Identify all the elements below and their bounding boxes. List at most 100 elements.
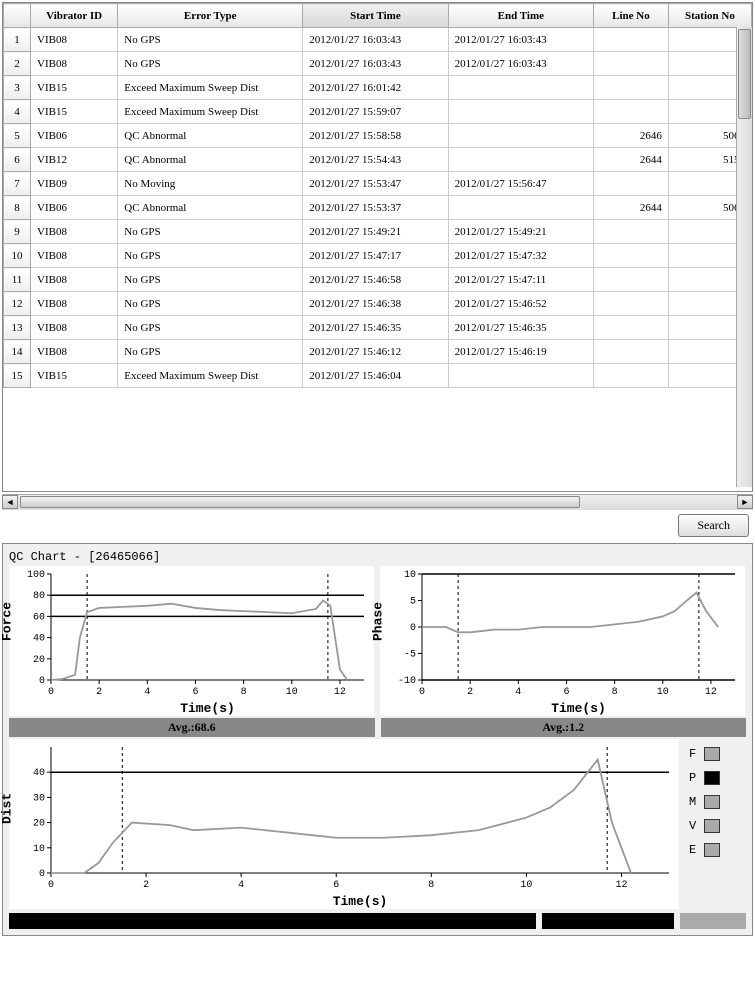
legend: FPMVE xyxy=(685,739,724,909)
table-header: Vibrator ID Error Type Start Time End Ti… xyxy=(4,4,752,28)
svg-text:40: 40 xyxy=(33,768,45,779)
cell-line-no xyxy=(594,340,669,364)
cell-end-time: 2012/01/27 15:46:35 xyxy=(448,316,593,340)
cell-line-no xyxy=(594,364,669,388)
svg-text:0: 0 xyxy=(48,880,54,891)
table-row[interactable]: 6 VIB12 QC Abnormal 2012/01/27 15:54:43 … xyxy=(4,148,752,172)
legend-item[interactable]: P xyxy=(689,771,720,785)
search-button[interactable]: Search xyxy=(678,514,749,537)
table-row[interactable]: 1 VIB08 No GPS 2012/01/27 16:03:43 2012/… xyxy=(4,28,752,52)
cell-start-time: 2012/01/27 16:03:43 xyxy=(303,28,448,52)
cell-vibrator-id: VIB15 xyxy=(31,76,118,100)
cell-line-no: 2646 xyxy=(594,124,669,148)
svg-text:10: 10 xyxy=(520,880,532,891)
col-end-time[interactable]: End Time xyxy=(448,4,593,28)
table-row[interactable]: 9 VIB08 No GPS 2012/01/27 15:49:21 2012/… xyxy=(4,220,752,244)
cell-line-no xyxy=(594,28,669,52)
cell-error-type: No Moving xyxy=(118,172,303,196)
legend-item[interactable]: M xyxy=(689,795,720,809)
cell-start-time: 2012/01/27 15:53:37 xyxy=(303,196,448,220)
svg-text:4: 4 xyxy=(144,687,150,698)
row-number: 11 xyxy=(4,268,31,292)
svg-text:Time(s): Time(s) xyxy=(551,701,606,716)
scroll-right-button[interactable]: ► xyxy=(737,495,753,509)
cell-line-no xyxy=(594,76,669,100)
table-row[interactable]: 14 VIB08 No GPS 2012/01/27 15:46:12 2012… xyxy=(4,340,752,364)
row-number: 15 xyxy=(4,364,31,388)
svg-text:6: 6 xyxy=(563,687,569,698)
cell-error-type: No GPS xyxy=(118,340,303,364)
cell-line-no xyxy=(594,268,669,292)
table-row[interactable]: 12 VIB08 No GPS 2012/01/27 15:46:38 2012… xyxy=(4,292,752,316)
cell-line-no xyxy=(594,172,669,196)
legend-swatch xyxy=(704,819,720,833)
svg-text:40: 40 xyxy=(33,634,45,645)
cell-start-time: 2012/01/27 16:03:43 xyxy=(303,52,448,76)
cell-end-time xyxy=(448,364,593,388)
table-row[interactable]: 11 VIB08 No GPS 2012/01/27 15:46:58 2012… xyxy=(4,268,752,292)
cell-end-time: 2012/01/27 15:46:19 xyxy=(448,340,593,364)
phase-chart: Phase-10-50510024681012Time(s) xyxy=(380,566,745,716)
cell-vibrator-id: VIB15 xyxy=(31,100,118,124)
dist-chart: Dist010203040024681012Time(s) xyxy=(9,739,679,909)
legend-label: E xyxy=(689,843,696,857)
cell-line-no: 2644 xyxy=(594,148,669,172)
vertical-scrollbar[interactable] xyxy=(736,27,752,487)
cell-vibrator-id: VIB08 xyxy=(31,220,118,244)
y-axis-label: Phase xyxy=(371,602,386,641)
row-number: 7 xyxy=(4,172,31,196)
col-station-no[interactable]: Station No xyxy=(668,4,751,28)
svg-text:8: 8 xyxy=(428,880,434,891)
table-row[interactable]: 8 VIB06 QC Abnormal 2012/01/27 15:53:37 … xyxy=(4,196,752,220)
row-number: 8 xyxy=(4,196,31,220)
cell-start-time: 2012/01/27 15:49:21 xyxy=(303,220,448,244)
col-vibrator-id[interactable]: Vibrator ID xyxy=(31,4,118,28)
row-number: 3 xyxy=(4,76,31,100)
table-row[interactable]: 15 VIB15 Exceed Maximum Sweep Dist 2012/… xyxy=(4,364,752,388)
cell-start-time: 2012/01/27 15:46:58 xyxy=(303,268,448,292)
col-rownum[interactable] xyxy=(4,4,31,28)
table-row[interactable]: 10 VIB08 No GPS 2012/01/27 15:47:17 2012… xyxy=(4,244,752,268)
svg-text:20: 20 xyxy=(33,819,45,830)
col-error-type[interactable]: Error Type xyxy=(118,4,303,28)
col-start-time[interactable]: Start Time xyxy=(303,4,448,28)
table-row[interactable]: 5 VIB06 QC Abnormal 2012/01/27 15:58:58 … xyxy=(4,124,752,148)
svg-text:10: 10 xyxy=(286,687,298,698)
legend-label: F xyxy=(689,747,696,761)
svg-text:2: 2 xyxy=(467,687,473,698)
svg-text:60: 60 xyxy=(33,612,45,623)
svg-text:6: 6 xyxy=(333,880,339,891)
legend-item[interactable]: V xyxy=(689,819,720,833)
table-row[interactable]: 3 VIB15 Exceed Maximum Sweep Dist 2012/0… xyxy=(4,76,752,100)
svg-text:0: 0 xyxy=(39,676,45,687)
table-row[interactable]: 2 VIB08 No GPS 2012/01/27 16:03:43 2012/… xyxy=(4,52,752,76)
legend-item[interactable]: F xyxy=(689,747,720,761)
cell-error-type: No GPS xyxy=(118,316,303,340)
horizontal-scrollbar[interactable]: ◄ ► xyxy=(2,494,753,510)
scroll-thumb[interactable] xyxy=(738,29,751,119)
cell-vibrator-id: VIB08 xyxy=(31,316,118,340)
row-number: 4 xyxy=(4,100,31,124)
scroll-left-button[interactable]: ◄ xyxy=(2,495,18,509)
legend-swatch xyxy=(704,747,720,761)
svg-text:30: 30 xyxy=(33,793,45,804)
cell-vibrator-id: VIB15 xyxy=(31,364,118,388)
cell-end-time: 2012/01/27 15:47:11 xyxy=(448,268,593,292)
svg-text:10: 10 xyxy=(657,687,669,698)
cell-error-type: QC Abnormal xyxy=(118,124,303,148)
table-row[interactable]: 13 VIB08 No GPS 2012/01/27 15:46:35 2012… xyxy=(4,316,752,340)
cell-start-time: 2012/01/27 15:59:07 xyxy=(303,100,448,124)
table-row[interactable]: 7 VIB09 No Moving 2012/01/27 15:53:47 20… xyxy=(4,172,752,196)
legend-item[interactable]: E xyxy=(689,843,720,857)
bottom-status-bars xyxy=(9,913,746,929)
svg-text:12: 12 xyxy=(334,687,346,698)
svg-text:10: 10 xyxy=(404,570,416,581)
status-bar-3 xyxy=(680,913,746,929)
svg-text:2: 2 xyxy=(143,880,149,891)
svg-text:2: 2 xyxy=(96,687,102,698)
cell-line-no xyxy=(594,220,669,244)
table-row[interactable]: 4 VIB15 Exceed Maximum Sweep Dist 2012/0… xyxy=(4,100,752,124)
cell-start-time: 2012/01/27 15:53:47 xyxy=(303,172,448,196)
hscroll-thumb[interactable] xyxy=(20,496,580,508)
col-line-no[interactable]: Line No xyxy=(594,4,669,28)
